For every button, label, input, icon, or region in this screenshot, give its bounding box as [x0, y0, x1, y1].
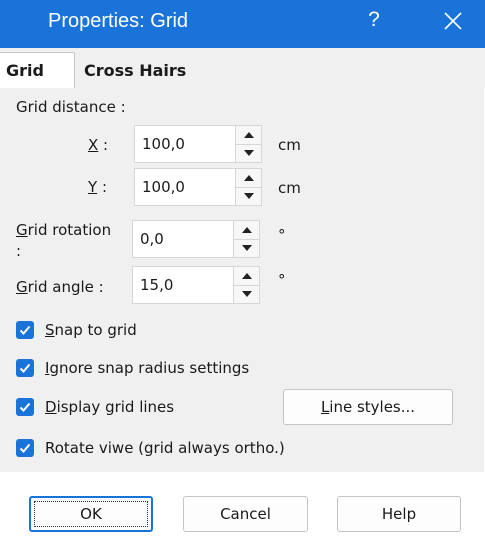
close-icon[interactable] — [440, 8, 466, 34]
angle-decrement-button[interactable] — [234, 285, 259, 303]
check-icon — [19, 443, 31, 453]
grid-distance-label: Grid distance : — [16, 98, 126, 116]
ok-button[interactable]: OK — [29, 496, 153, 532]
grid-rotation-label: Grid rotation — [16, 221, 112, 239]
x-distance-spinner[interactable]: 100,0 — [134, 125, 262, 163]
cancel-button[interactable]: Cancel — [183, 496, 308, 532]
help-button[interactable]: Help — [337, 496, 461, 532]
x-label: X : — [88, 136, 109, 154]
y-label: Y : — [88, 178, 107, 196]
tab-grid[interactable]: Grid — [0, 52, 75, 89]
grid-angle-label: Grid angle : — [16, 278, 104, 296]
x-unit-label: cm — [278, 136, 301, 154]
tab-cross-hairs[interactable]: Cross Hairs — [84, 58, 186, 84]
y-distance-spinner[interactable]: 100,0 — [134, 168, 262, 206]
snap-to-grid-checkbox[interactable] — [16, 321, 34, 339]
angle-increment-button[interactable] — [234, 267, 259, 286]
check-icon — [19, 325, 31, 335]
y-increment-button[interactable] — [236, 169, 261, 188]
window-title: Properties: Grid — [48, 10, 189, 32]
rotation-decrement-button[interactable] — [234, 239, 259, 257]
grid-angle-value[interactable]: 15,0 — [140, 276, 173, 294]
snap-to-grid-label[interactable]: Snap to grid — [45, 321, 137, 339]
rotation-unit-label: ° — [278, 226, 286, 244]
help-icon[interactable]: ? — [362, 8, 386, 32]
y-decrement-button[interactable] — [236, 187, 261, 205]
grid-rotation-value[interactable]: 0,0 — [140, 230, 164, 248]
rotate-view-checkbox[interactable] — [16, 439, 34, 457]
rotate-view-label[interactable]: Rotate viwe (grid always ortho.) — [45, 439, 285, 457]
grid-angle-spinner[interactable]: 15,0 — [132, 266, 260, 304]
check-icon — [19, 402, 31, 412]
grid-rotation-colon: : — [16, 242, 22, 260]
display-grid-lines-checkbox[interactable] — [16, 398, 34, 416]
grid-rotation-spinner[interactable]: 0,0 — [132, 220, 260, 258]
ignore-snap-radius-label[interactable]: Ignore snap radius settings — [45, 359, 249, 377]
y-unit-label: cm — [278, 179, 301, 197]
x-distance-value[interactable]: 100,0 — [142, 135, 185, 153]
display-grid-lines-label[interactable]: Display grid lines — [45, 398, 174, 416]
line-styles-button[interactable]: Line styles... — [283, 389, 453, 425]
angle-unit-label: ° — [278, 271, 286, 289]
ignore-snap-radius-checkbox[interactable] — [16, 359, 34, 377]
check-icon — [19, 363, 31, 373]
x-increment-button[interactable] — [236, 126, 261, 145]
title-bar: Properties: Grid ? — [0, 0, 485, 48]
y-distance-value[interactable]: 100,0 — [142, 178, 185, 196]
rotation-increment-button[interactable] — [234, 221, 259, 240]
x-decrement-button[interactable] — [236, 144, 261, 162]
